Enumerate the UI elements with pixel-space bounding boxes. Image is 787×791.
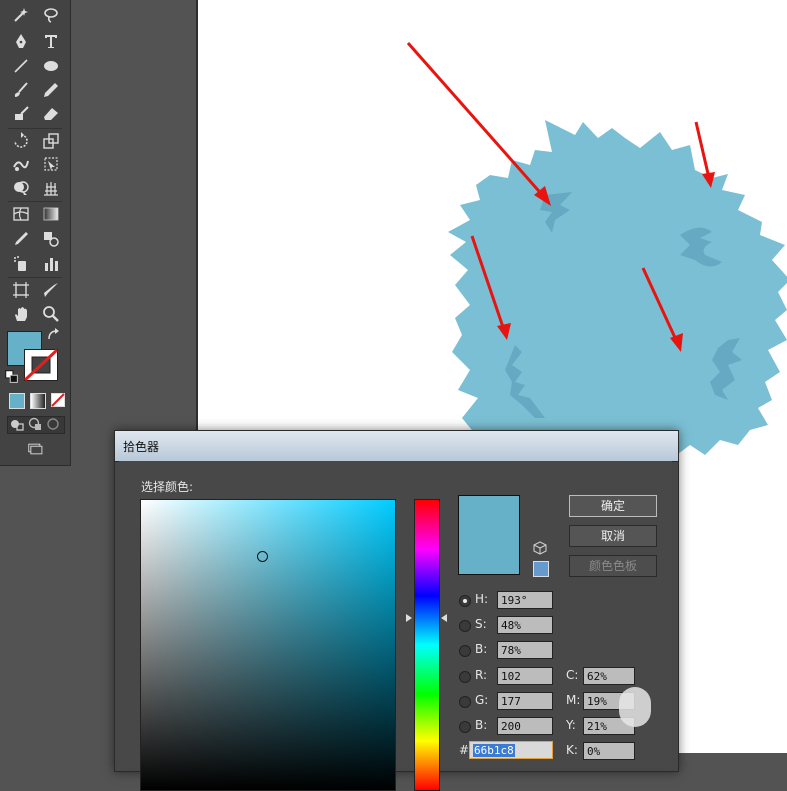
saturation-radio[interactable] xyxy=(459,620,471,632)
saturation-field[interactable]: 48% xyxy=(497,616,553,634)
cyan-label: C: xyxy=(566,668,579,682)
draw-normal-icon[interactable] xyxy=(8,415,26,433)
green-label: G: xyxy=(475,693,489,707)
red-radio[interactable] xyxy=(459,671,471,683)
pen-tool-icon[interactable] xyxy=(8,30,34,52)
black-field[interactable]: 0% xyxy=(583,742,635,760)
saturation-label: S: xyxy=(475,617,487,631)
zoom-tool-icon[interactable] xyxy=(38,303,64,325)
web-safe-color-swatch[interactable] xyxy=(533,561,549,577)
color-field[interactable] xyxy=(140,499,396,791)
blue-field[interactable]: 200 xyxy=(497,717,553,735)
red-label: R: xyxy=(475,668,488,682)
cancel-button[interactable]: 取消 xyxy=(569,525,657,547)
perspective-grid-tool-icon[interactable] xyxy=(38,177,64,199)
symbol-sprayer-tool-icon[interactable] xyxy=(8,253,34,275)
select-color-label: 选择颜色: xyxy=(141,480,194,494)
red-field[interactable]: 102 xyxy=(497,667,553,685)
rotate-tool-icon[interactable] xyxy=(8,130,34,152)
tool-divider xyxy=(8,128,62,129)
hex-field[interactable]: 66b1c8 xyxy=(469,741,553,759)
hue-slider-right-handle[interactable] xyxy=(441,614,447,622)
hand-tool-icon[interactable] xyxy=(8,303,34,325)
current-color-preview xyxy=(458,495,520,575)
shape-builder-tool-icon[interactable] xyxy=(8,177,34,199)
eyedropper-tool-icon[interactable] xyxy=(8,228,34,250)
scale-tool-icon[interactable] xyxy=(38,130,64,152)
brightness-field[interactable]: 78% xyxy=(497,641,553,659)
blob-brush-tool-icon[interactable] xyxy=(8,103,34,125)
web-safe-cube-icon[interactable] xyxy=(533,541,547,555)
brightness-label: B: xyxy=(475,642,488,656)
draw-inside-icon[interactable] xyxy=(44,415,62,433)
default-fill-stroke-icon[interactable] xyxy=(4,370,20,384)
green-field[interactable]: 177 xyxy=(497,692,553,710)
color-field-cursor[interactable] xyxy=(257,551,268,562)
ellipse-tool-icon[interactable] xyxy=(38,55,64,77)
gradient-mode-button[interactable] xyxy=(30,393,46,409)
tool-divider xyxy=(8,201,62,202)
blue-radio[interactable] xyxy=(459,721,471,733)
hue-field[interactable]: 193° xyxy=(497,591,553,609)
hue-radio[interactable] xyxy=(459,595,471,607)
red-arrow xyxy=(406,42,551,206)
ok-button[interactable]: 确定 xyxy=(569,495,657,517)
swap-fill-stroke-icon[interactable] xyxy=(45,328,63,344)
none-mode-button[interactable] xyxy=(51,393,65,407)
column-graph-tool-icon[interactable] xyxy=(38,253,64,275)
paintbrush-tool-icon[interactable] xyxy=(8,79,34,101)
pencil-tool-icon[interactable] xyxy=(38,79,64,101)
type-tool-icon[interactable] xyxy=(38,30,64,52)
eraser-tool-icon[interactable] xyxy=(38,103,64,125)
magenta-label: M: xyxy=(566,693,581,707)
color-swatches-button[interactable]: 颜色色板 xyxy=(569,555,657,577)
mesh-tool-icon[interactable] xyxy=(8,203,34,225)
cyan-field[interactable]: 62% xyxy=(583,667,635,685)
yellow-label: Y: xyxy=(566,718,576,732)
hex-value-selected: 66b1c8 xyxy=(473,744,515,757)
dialog-body: 选择颜色: 确定 取消 颜色色板 H: 193° S: 48% B: 78% R… xyxy=(119,461,672,791)
fur-blob-shape xyxy=(448,120,787,460)
screen-mode-icon[interactable] xyxy=(22,440,48,458)
dialog-title: 拾色器 xyxy=(123,440,160,454)
watermark-logo xyxy=(619,687,651,727)
black-label: K: xyxy=(566,743,578,757)
lasso-tool-icon[interactable] xyxy=(38,4,64,26)
magic-wand-tool-icon[interactable] xyxy=(8,4,34,26)
hue-slider[interactable] xyxy=(414,499,440,791)
green-radio[interactable] xyxy=(459,696,471,708)
blue-label: B: xyxy=(475,718,488,732)
dialog-titlebar[interactable]: 拾色器 xyxy=(115,431,678,462)
free-transform-tool-icon[interactable] xyxy=(38,153,64,175)
color-mode-button[interactable] xyxy=(9,393,25,409)
tool-divider xyxy=(8,277,62,278)
tools-panel xyxy=(0,0,71,466)
warp-tool-icon[interactable] xyxy=(8,153,34,175)
gradient-tool-icon[interactable] xyxy=(38,203,64,225)
hue-label: H: xyxy=(475,592,489,606)
brightness-radio[interactable] xyxy=(459,645,471,657)
slice-tool-icon[interactable] xyxy=(38,279,64,301)
blend-tool-icon[interactable] xyxy=(38,228,64,250)
line-tool-icon[interactable] xyxy=(8,55,34,77)
color-picker-dialog: 拾色器 选择颜色: 确定 取消 颜色色板 H: 193° S: 48% B: 7… xyxy=(114,430,679,791)
draw-behind-icon[interactable] xyxy=(26,415,44,433)
hue-slider-left-handle[interactable] xyxy=(406,614,412,622)
stroke-color-swatch[interactable] xyxy=(23,348,59,382)
artboard-tool-icon[interactable] xyxy=(8,279,34,301)
hex-prefix-label: # xyxy=(459,743,470,757)
